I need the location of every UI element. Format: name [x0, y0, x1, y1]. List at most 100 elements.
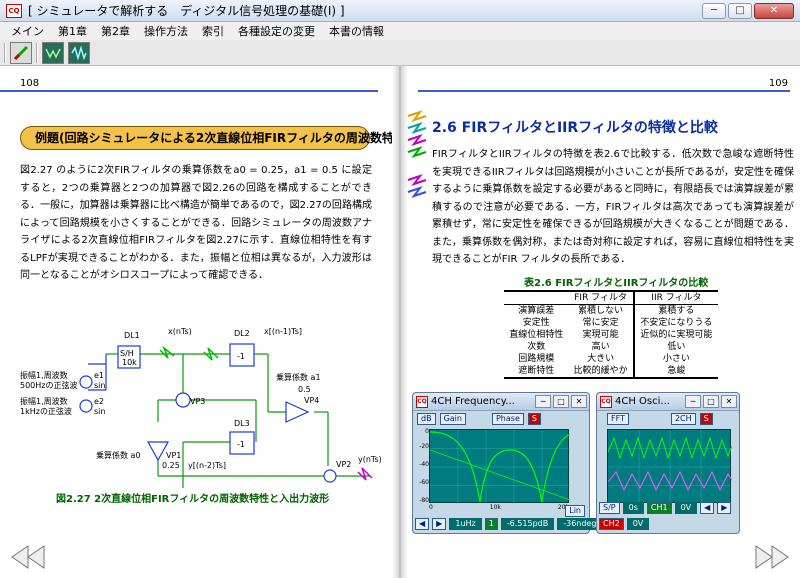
table-row: 次数 高い 低い	[504, 341, 718, 353]
osc-window-titlebar[interactable]: CQ 4CH Osci... ─ □ ✕	[597, 393, 739, 411]
e2-label: e2	[94, 397, 104, 406]
lin-scale-button[interactable]: Lin	[565, 505, 585, 517]
2ch-button[interactable]: 2CH	[670, 413, 696, 425]
close-button[interactable]: ✕	[754, 2, 794, 19]
fft-button[interactable]: FFT	[607, 413, 629, 425]
table-cell: 実現可能	[582, 330, 619, 340]
y-n2-label: y[(n-2)Ts]	[188, 461, 226, 470]
oscilloscope-button[interactable]	[68, 41, 90, 64]
freq-nav-next-button[interactable]: ▶	[432, 518, 447, 530]
frequency-analyzer-window[interactable]: CQ 4CH Frequency... ─ □ ✕ dB Gain Phase …	[412, 392, 603, 534]
dl1-label: DL1	[124, 331, 140, 340]
table-cell: 直線位相特性	[509, 330, 564, 340]
sh-label: S/H	[120, 349, 134, 358]
oscilloscope-plot-svg	[607, 430, 733, 504]
menu-chapter1[interactable]: 第1章	[51, 23, 94, 39]
e2-sin-label: sin	[94, 407, 105, 416]
menu-operation[interactable]: 操作方法	[137, 23, 195, 39]
menu-bar: メイン 第1章 第2章 操作方法 索引 各種設定の変更 本書の情報	[0, 22, 800, 40]
y-n-label: y(nTs)	[358, 455, 382, 464]
freq-close-button[interactable]: ✕	[571, 395, 587, 408]
vp4-label: VP4	[304, 396, 319, 405]
freq-y-axis-labels: 0 -20 -40 -60 -80	[415, 429, 429, 504]
source1-label: 振幅1,周波数 500Hzの正弦波	[20, 370, 77, 390]
table-cell: 常に安定	[582, 318, 619, 328]
z-label-2: -1	[237, 352, 245, 361]
freq-x-axis-labels: 0 10k 20k	[429, 504, 569, 512]
oscilloscope-icon	[71, 44, 87, 61]
oscilloscope-window[interactable]: CQ 4CH Osci... ─ □ ✕ FFT 2CH S S/P 0s CH…	[596, 392, 740, 534]
table-cell: 近似的に実現可能	[632, 329, 718, 341]
dl3-label: DL3	[234, 419, 250, 428]
maximize-button[interactable]: □	[728, 2, 752, 19]
analyzer-icon	[45, 48, 61, 59]
book-view: 108 例題(回路シミュレータによる2次直線位相FIRフィルタの周波数特性) 図…	[0, 66, 800, 578]
minimize-button[interactable]: ─	[702, 2, 726, 19]
freq-readout: 1uHz	[449, 518, 482, 530]
table-cell: 高い	[591, 342, 610, 352]
osc-maximize-button[interactable]: □	[703, 395, 719, 408]
freq-nav-prev-button[interactable]: ◀	[415, 518, 430, 530]
osc-window-title: 4CH Osci...	[615, 396, 670, 407]
page-rule-left	[0, 90, 378, 92]
ch1-indicator[interactable]: CH1	[646, 501, 672, 514]
ch1-readout: 0V	[674, 501, 698, 514]
menu-settings[interactable]: 各種設定の変更	[231, 23, 322, 39]
right-page: 109 2.6 FIRフィルタとIIRフィルタの特徴と比較 FIRフィルタとII…	[407, 66, 800, 578]
freq-stop-button[interactable]: S	[527, 413, 541, 425]
db-button[interactable]: dB	[417, 413, 436, 425]
oscilloscope-plot	[607, 429, 733, 504]
channel-indicator[interactable]: 1	[484, 518, 498, 530]
table-cell: 安定性	[522, 318, 550, 328]
table-cell: 次数	[527, 342, 546, 352]
table-caption: 表2.6 FIRフィルタとIIRフィルタの比較	[524, 278, 709, 289]
gain-button[interactable]: Gain	[439, 413, 466, 425]
menu-chapter2[interactable]: 第2章	[94, 23, 137, 39]
gain-readout: -6.515pdB	[500, 518, 555, 530]
toolbar-separator	[4, 42, 6, 63]
vp1-label: VP1	[166, 451, 181, 460]
sh-rate-label: 10k	[122, 358, 137, 367]
next-page-icon[interactable]	[754, 544, 790, 570]
menu-main[interactable]: メイン	[4, 23, 51, 39]
source2-label: 振幅1,周波数 1kHzの正弦波	[20, 396, 72, 416]
frequency-plot-svg	[429, 430, 571, 504]
osc-close-button[interactable]: ✕	[721, 395, 737, 408]
table-row: 演算誤差 累積しない 累積する	[504, 304, 718, 317]
sp-button[interactable]: S/P	[599, 501, 620, 514]
table-header	[504, 291, 568, 305]
osc-nav-next-button[interactable]: ▶	[717, 501, 732, 514]
previous-page-icon[interactable]	[10, 544, 46, 570]
vp3-label: VP3	[190, 397, 205, 406]
coef-a1-label: 乗算係数 a1	[276, 372, 321, 382]
frequency-analyzer-button[interactable]	[42, 41, 64, 64]
phase-button[interactable]: Phase	[491, 413, 524, 425]
app-icon: CQ	[416, 395, 428, 408]
ch2-indicator[interactable]: CH2	[599, 518, 624, 531]
freq-maximize-button[interactable]: □	[553, 395, 569, 408]
e1-sin-label: sin	[94, 381, 105, 390]
table-cell: 急峻	[632, 365, 718, 378]
osc-minimize-button[interactable]: ─	[685, 395, 701, 408]
freq-window-titlebar[interactable]: CQ 4CH Frequency... ─ □ ✕	[413, 393, 589, 411]
x-tick-label: 0	[429, 504, 433, 511]
x-n1-label: x[(n-1)Ts]	[264, 327, 302, 336]
table-cell: 大きい	[587, 354, 615, 364]
circuit-diagram: DL1 S/H 10k x(nTs) DL2 -1 x[(n-1)Ts] 乗算係…	[20, 327, 382, 488]
y-tick-label: -60	[419, 479, 429, 486]
menu-book-info[interactable]: 本書の情報	[322, 23, 391, 39]
table-cell: 演算誤差	[518, 306, 555, 316]
table-row: 回路規模 大きい 小さい	[504, 353, 718, 365]
table-header: FIR フィルタ	[574, 293, 627, 303]
table-header-row: FIR フィルタ IIR フィルタ	[504, 291, 718, 305]
freq-footer: ◀ ▶ 1uHz 1 -6.515pdB -36ndeg	[415, 517, 603, 531]
menu-index[interactable]: 索引	[195, 23, 231, 39]
probe-tool-button[interactable]	[10, 41, 32, 64]
toolbar	[0, 40, 800, 66]
title-bar: CQ [ シミュレータで解析する ディジタル信号処理の基礎(Ⅰ) ] ─ □ ✕	[0, 0, 800, 22]
vp1-val-label: 0.25	[162, 461, 180, 470]
osc-stop-button[interactable]: S	[699, 413, 713, 425]
left-caption: 図2.27 2次直線位相FIRフィルタの周波数特性と入出力波形	[56, 494, 330, 505]
osc-nav-prev-button[interactable]: ◀	[700, 501, 715, 514]
freq-minimize-button[interactable]: ─	[535, 395, 551, 408]
